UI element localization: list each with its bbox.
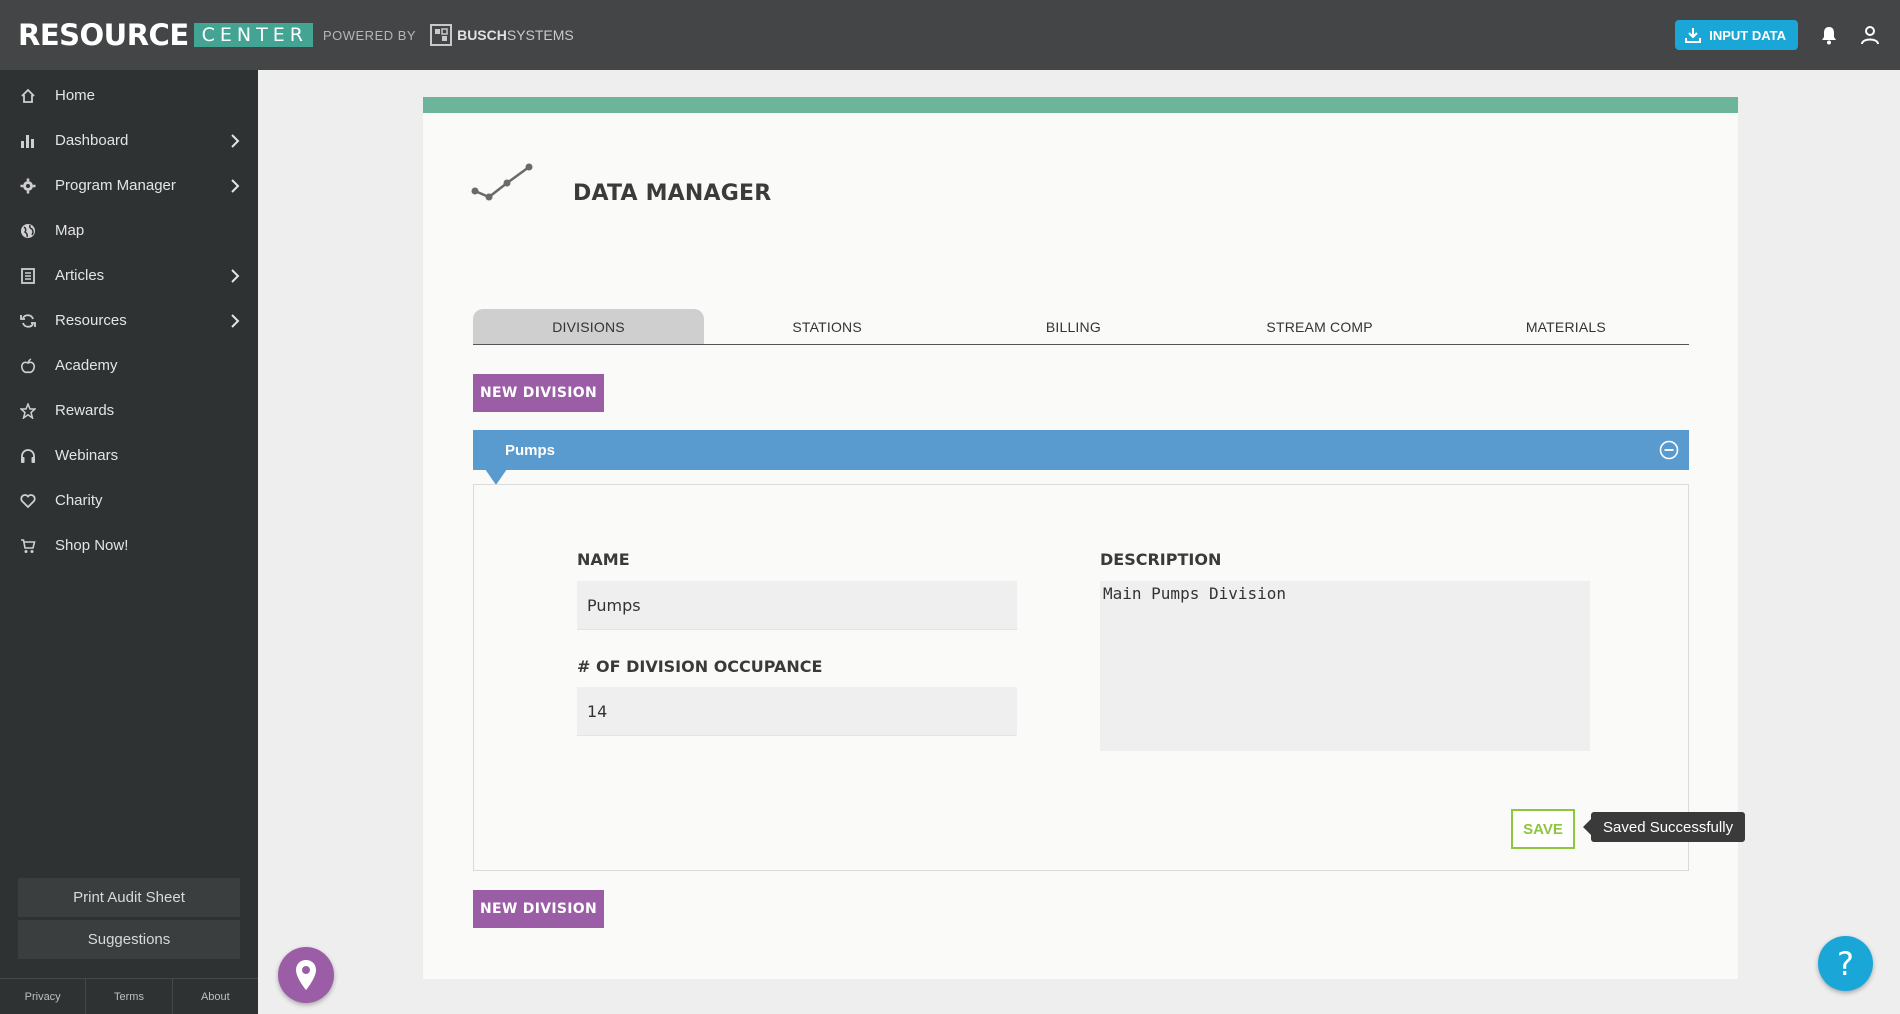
division-accordion-header[interactable]: Pumps — [473, 430, 1689, 470]
sidebar-item-map[interactable]: Map — [0, 208, 258, 253]
brand-center-text: CENTER — [193, 23, 313, 47]
sidebar-item-label: Program Manager — [55, 177, 176, 194]
collapse-icon[interactable] — [1659, 440, 1679, 465]
sidebar-item-rewards[interactable]: Rewards — [0, 388, 258, 433]
sidebar-item-label: Resources — [55, 312, 127, 329]
chevron-right-icon — [230, 314, 240, 332]
cart-icon — [20, 538, 36, 554]
sidebar: Home Dashboard Program Manager Map Artic… — [0, 70, 258, 1014]
sidebar-item-academy[interactable]: Academy — [0, 343, 258, 388]
sidebar-item-webinars[interactable]: Webinars — [0, 433, 258, 478]
apple-icon — [20, 357, 36, 374]
saved-tooltip: Saved Successfully — [1582, 812, 1746, 842]
busch-systems-logo: BUSCH SYSTEMS — [430, 24, 574, 46]
tab-bar: DIVISIONS STATIONS BILLING STREAM COMP M… — [473, 309, 1689, 345]
gear-icon — [20, 178, 36, 194]
document-icon — [20, 267, 36, 284]
suggestions-button[interactable]: Suggestions — [18, 920, 240, 959]
heart-icon — [20, 493, 36, 509]
brand-logo[interactable]: RESOURCE CENTER POWERED BY BUSCH SYSTEMS — [18, 18, 574, 52]
chevron-right-icon — [230, 269, 240, 287]
tab-billing[interactable]: BILLING — [950, 309, 1196, 344]
sidebar-item-label: Webinars — [55, 447, 119, 464]
data-manager-panel: DATA MANAGER DIVISIONS STATIONS BILLING … — [423, 97, 1746, 979]
sidebar-item-charity[interactable]: Charity — [0, 478, 258, 523]
tab-stations[interactable]: STATIONS — [704, 309, 950, 344]
star-icon — [20, 402, 36, 419]
input-data-button[interactable]: INPUT DATA — [1675, 20, 1798, 50]
refresh-icon — [20, 313, 36, 329]
help-question-icon: ? — [1837, 944, 1854, 983]
sidebar-item-label: Home — [55, 87, 96, 104]
busch-rest-text: SYSTEMS — [506, 27, 574, 43]
new-division-button-top[interactable]: NEW DIVISION — [473, 374, 604, 412]
tab-stream-comp[interactable]: STREAM COMP — [1197, 309, 1443, 344]
name-label: NAME — [577, 550, 630, 569]
bell-icon[interactable] — [1820, 25, 1838, 45]
save-button[interactable]: SAVE — [1511, 809, 1575, 849]
sidebar-item-home[interactable]: Home — [0, 73, 258, 118]
panel-accent-bar — [423, 97, 1738, 113]
new-division-button-bottom[interactable]: NEW DIVISION — [473, 890, 604, 928]
name-input[interactable] — [577, 581, 1017, 630]
accordion-pointer — [485, 469, 507, 485]
page-title: DATA MANAGER — [573, 181, 772, 206]
sidebar-item-label: Shop Now! — [55, 537, 129, 554]
sidebar-item-label: Articles — [55, 267, 105, 284]
tab-divisions[interactable]: DIVISIONS — [473, 309, 704, 344]
location-button[interactable] — [278, 947, 334, 1003]
sidebar-item-label: Academy — [55, 357, 118, 374]
sidebar-item-label: Map — [55, 222, 85, 239]
sidebar-item-program-manager[interactable]: Program Manager — [0, 163, 258, 208]
description-label: DESCRIPTION — [1100, 550, 1222, 569]
input-data-label: INPUT DATA — [1709, 27, 1786, 43]
tab-materials[interactable]: MATERIALS — [1443, 309, 1689, 344]
chevron-right-icon — [230, 134, 240, 152]
download-icon — [1685, 28, 1702, 43]
chevron-right-icon — [230, 179, 240, 197]
about-link[interactable]: About — [173, 979, 258, 1014]
busch-logo-icon — [430, 24, 453, 46]
home-icon — [20, 88, 36, 104]
sidebar-item-resources[interactable]: Resources — [0, 298, 258, 343]
headphones-icon — [20, 448, 36, 464]
sidebar-item-label: Dashboard — [55, 132, 129, 149]
globe-icon — [20, 223, 36, 239]
sidebar-item-dashboard[interactable]: Dashboard — [0, 118, 258, 163]
print-audit-sheet-button[interactable]: Print Audit Sheet — [18, 878, 240, 917]
terms-link[interactable]: Terms — [86, 979, 173, 1014]
sidebar-item-articles[interactable]: Articles — [0, 253, 258, 298]
description-textarea[interactable]: Main Pumps Division — [1100, 581, 1590, 751]
privacy-link[interactable]: Privacy — [0, 979, 87, 1014]
brand-resource-text: RESOURCE — [18, 18, 189, 52]
sidebar-item-label: Charity — [55, 492, 103, 509]
powered-by-text: POWERED BY — [322, 27, 417, 43]
sidebar-item-label: Rewards — [55, 402, 115, 419]
bar-chart-icon — [20, 133, 36, 149]
help-button[interactable]: ? — [1818, 936, 1873, 991]
map-pin-icon — [296, 960, 316, 990]
busch-bold-text: BUSCH — [457, 27, 507, 43]
line-chart-icon — [471, 161, 533, 206]
occupance-label: # OF DIVISION OCCUPANCE — [577, 657, 823, 676]
occupance-input[interactable] — [577, 687, 1017, 736]
user-icon[interactable] — [1860, 25, 1880, 45]
division-header-title: Pumps — [505, 441, 556, 459]
top-bar: RESOURCE CENTER POWERED BY BUSCH SYSTEMS … — [0, 0, 1900, 70]
sidebar-item-shop-now[interactable]: Shop Now! — [0, 523, 258, 568]
sidebar-footer-links: Privacy Terms About — [0, 978, 258, 1014]
